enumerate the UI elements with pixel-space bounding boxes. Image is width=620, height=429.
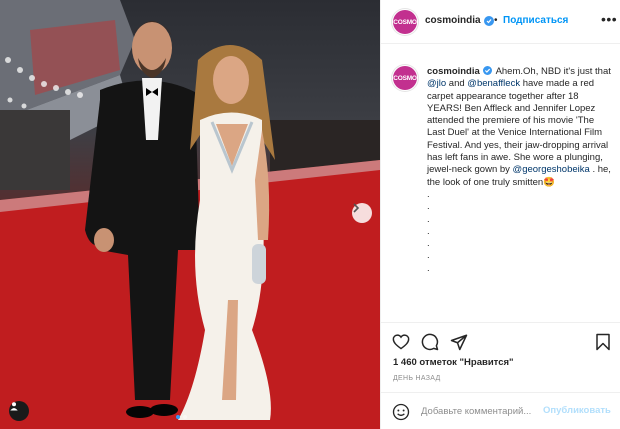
emoji-button[interactable] — [391, 402, 411, 422]
save-button[interactable] — [593, 332, 613, 352]
header-username-link[interactable]: cosmoindia — [425, 15, 481, 26]
man-shoe-right — [150, 404, 178, 416]
tagged-users-button[interactable] — [9, 401, 29, 421]
mention-link[interactable]: @georgeshobeika — [513, 164, 590, 175]
man-face — [132, 22, 172, 74]
man-hand — [94, 228, 114, 252]
caption-dot-line: . — [427, 213, 430, 225]
post-header: COSMO cosmoindia • Подписаться ••• — [381, 0, 620, 44]
mention-link[interactable]: @jlo — [427, 78, 446, 89]
caption-dot-line: . — [427, 201, 430, 213]
user-tag-icon — [10, 402, 18, 411]
caption-dot-line: . — [427, 262, 430, 274]
caption-dot-lines: . . . . . . . — [427, 189, 613, 275]
comment-input[interactable] — [421, 403, 539, 419]
bookmark-icon — [596, 333, 610, 351]
caption-text: and — [446, 78, 468, 90]
likes-number: 1 460 — [393, 357, 417, 368]
post-date[interactable]: ДЕНЬ НАЗАД — [393, 375, 441, 382]
post-caption: cosmoindia Ahem.Oh, NBD it's just that @… — [427, 66, 613, 275]
like-button[interactable] — [391, 332, 411, 352]
more-options-icon[interactable]: ••• — [601, 11, 617, 27]
share-button[interactable] — [449, 332, 469, 352]
chevron-right-icon — [353, 203, 360, 213]
caption-dot-line: . — [427, 225, 430, 237]
mention-link[interactable]: @benaffleck — [467, 78, 520, 89]
caption-dot-line: . — [427, 250, 430, 262]
share-icon — [450, 334, 468, 351]
woman-clutch — [252, 244, 266, 284]
comment-button[interactable] — [420, 332, 440, 352]
header-separator: • — [494, 15, 498, 26]
caption-avatar[interactable]: COSMO — [393, 66, 417, 90]
likes-label: отметок "Нравится" — [419, 357, 514, 368]
carousel-indicator — [176, 415, 187, 419]
caption-dot-line: . — [427, 188, 430, 200]
verified-badge-icon — [484, 16, 494, 26]
woman-face — [213, 56, 249, 104]
heart-icon — [392, 334, 410, 350]
caption-username-link[interactable]: cosmoindia — [427, 66, 480, 77]
post-actions — [381, 322, 620, 359]
carousel-dot — [183, 415, 187, 419]
carousel-dot-active — [176, 415, 180, 419]
photo-illustration — [0, 0, 380, 429]
verified-badge-icon — [483, 66, 493, 75]
next-photo-button[interactable] — [352, 203, 372, 223]
avatar[interactable]: COSMO — [393, 10, 417, 34]
post-sidebar: COSMO cosmoindia • Подписаться ••• COSMO… — [380, 0, 620, 429]
instagram-post: COSMO cosmoindia • Подписаться ••• COSMO… — [0, 0, 620, 429]
follow-button[interactable]: Подписаться — [503, 15, 568, 26]
caption-dot-line: . — [427, 238, 430, 250]
likes-count[interactable]: 1 460 отметок "Нравится" — [393, 357, 514, 368]
crowd-left — [0, 110, 70, 190]
man-shoe-left — [126, 406, 154, 418]
smiley-icon — [392, 403, 410, 421]
publish-button[interactable]: Опубликовать — [543, 405, 611, 416]
add-comment-bar: Опубликовать — [381, 392, 620, 429]
comment-icon — [421, 333, 439, 351]
caption-text: have made a red carpet appearance togeth… — [427, 78, 609, 176]
post-photo[interactable] — [0, 0, 380, 429]
caption-text: Ahem.Oh, NBD it's just that — [495, 66, 611, 77]
star-eyes-emoji: 🤩 — [543, 176, 556, 188]
